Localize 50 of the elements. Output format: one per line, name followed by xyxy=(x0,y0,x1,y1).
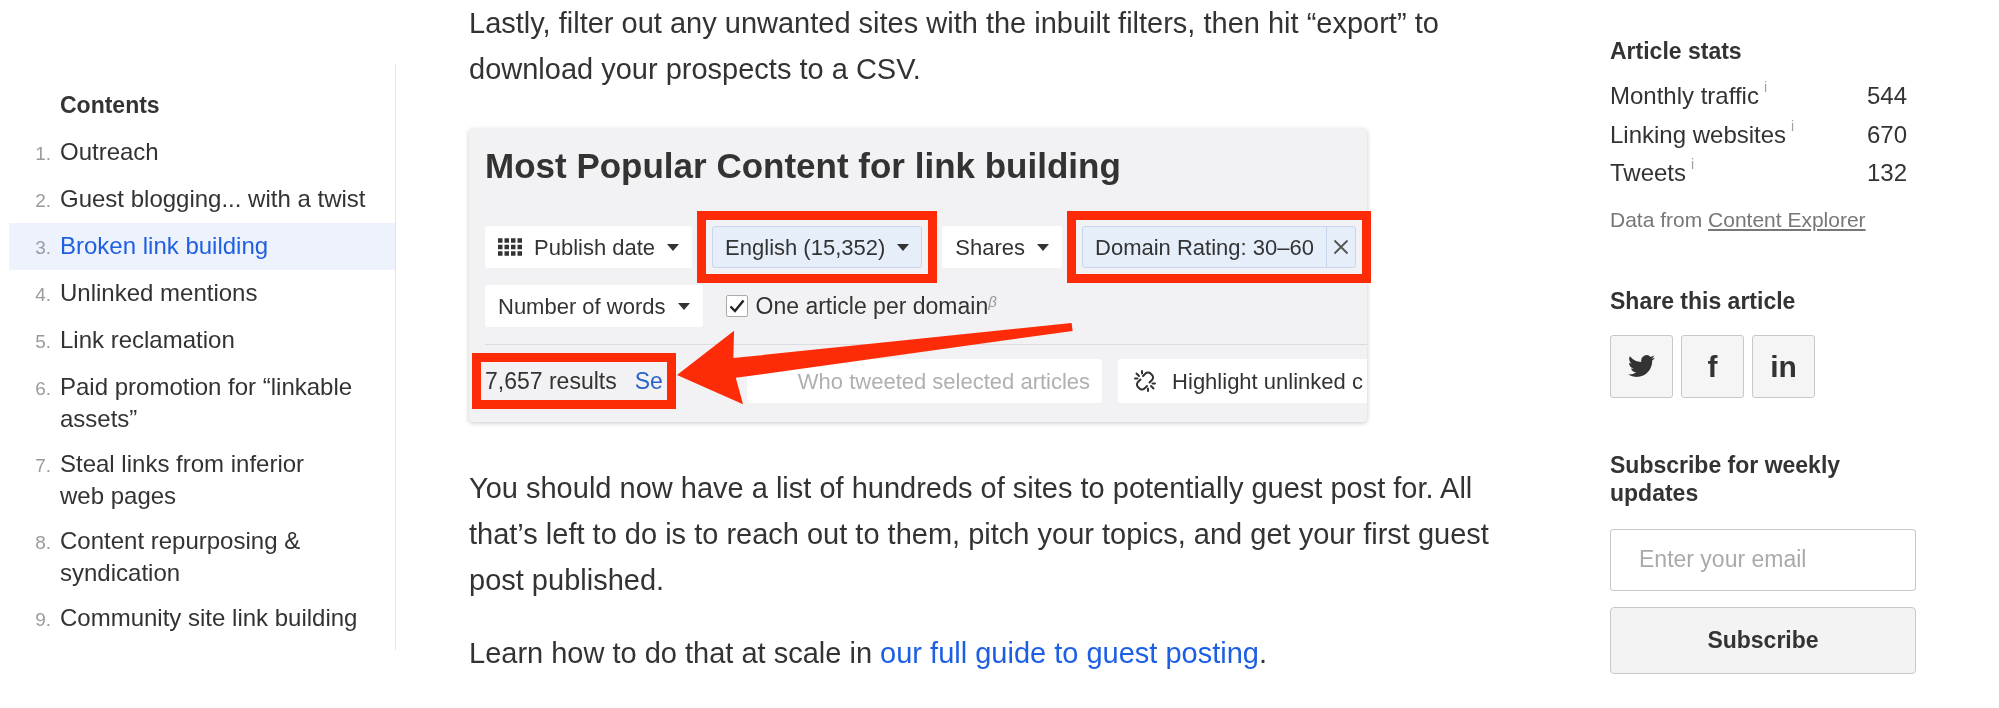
share-button[interactable]: in xyxy=(1752,334,1815,398)
toc-link[interactable]: 1. Outreach xyxy=(9,129,395,176)
toc-link[interactable]: 9. Community site link building xyxy=(9,595,395,642)
toc-link[interactable]: 8. Content repurposing & syndication xyxy=(9,518,395,595)
caret-icon xyxy=(677,302,690,310)
email-field[interactable]: Enter your email xyxy=(1610,528,1916,591)
caret-icon xyxy=(667,243,680,251)
results-count: 7,657 results xyxy=(485,367,617,396)
filter-dropdown[interactable]: Shares xyxy=(942,226,1063,268)
check-icon xyxy=(728,299,745,313)
toc-link[interactable]: 2. Guest blogging... with a twist xyxy=(9,176,395,223)
caret-icon xyxy=(1037,243,1050,251)
grid-icon xyxy=(498,238,522,256)
panel-title: Most Popular Content for link building xyxy=(485,145,1122,187)
stat-value: 544 xyxy=(1866,81,1907,111)
toc-link[interactable]: 5. Link reclamation xyxy=(9,317,395,364)
toc-link[interactable]: 3. Broken link building xyxy=(9,223,395,270)
filter-dropdown[interactable]: Publish date xyxy=(485,226,693,268)
stat-label: Monthly traffic xyxy=(1610,81,1759,111)
subscribe-button[interactable]: Subscribe xyxy=(1610,606,1916,674)
stat-value: 132 xyxy=(1866,158,1907,188)
stat-value: 670 xyxy=(1866,119,1907,150)
toc-link[interactable]: 7. Steal links from inferior web pages xyxy=(9,441,395,518)
checkbox[interactable] xyxy=(725,295,748,317)
toc-link[interactable]: 4. Unlinked mentions xyxy=(9,270,395,317)
filter-dropdown[interactable]: Number of words xyxy=(485,285,703,327)
share-button[interactable]: f xyxy=(1681,334,1744,398)
paragraph: Learn how to do that at scale in our full guide to guest posting. xyxy=(469,636,1269,671)
bird-icon xyxy=(1628,355,1655,377)
filter-chip[interactable]: Domain Rating: 30–60 xyxy=(1082,226,1356,268)
section-heading: Subscribe for weekly updates xyxy=(1610,450,1842,507)
toc-heading: Contents xyxy=(60,91,161,120)
filter-dropdown[interactable]: English (15,352) xyxy=(712,226,923,268)
share-button[interactable] xyxy=(1610,334,1673,398)
source-link[interactable]: Content Explorer xyxy=(1708,207,1866,231)
caret-icon xyxy=(897,243,910,251)
section-heading: Share this article xyxy=(1610,286,1797,316)
data-source-note: Data from Content Explorer xyxy=(1610,206,1867,233)
paragraph: Lastly, filter out any unwanted sites with the inbuilt filters, then hit “export” to download your prospects to a CSV. xyxy=(469,6,1440,87)
stat-label: Tweets xyxy=(1610,158,1687,188)
checkbox-label[interactable]: One article per domain$^{β}$ xyxy=(755,291,997,321)
action-button[interactable]: Highlight unlinked c xyxy=(1118,359,1367,403)
broken-link-icon xyxy=(1134,370,1157,392)
guide-link[interactable]: our full guide to guest posting xyxy=(880,637,1259,669)
paragraph: You should now have a list of hundreds of sites to potentially guest post for. All that’s left to do is to reach out to them, pitch your topics, and get your first guest post published. xyxy=(469,471,1490,598)
select-link[interactable]: Se xyxy=(634,366,663,396)
close-icon xyxy=(1332,239,1349,255)
toc-link[interactable]: 6. Paid promotion for “linkable assets” xyxy=(9,364,395,441)
stat-label: Linking websites xyxy=(1610,119,1787,150)
section-heading: Article stats xyxy=(1610,37,1743,66)
